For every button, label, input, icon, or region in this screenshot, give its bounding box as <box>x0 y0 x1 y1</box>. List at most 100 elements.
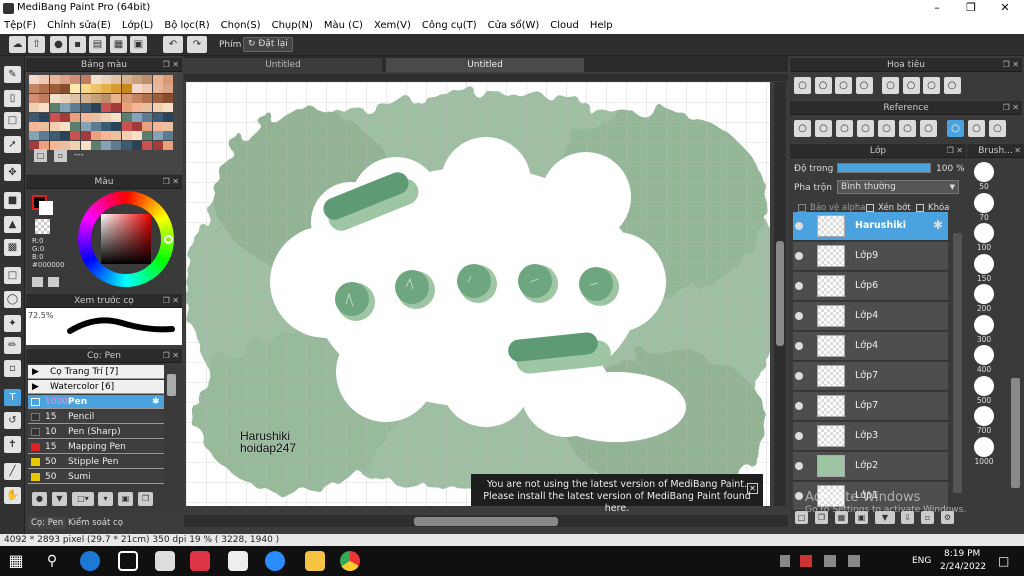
palette-swatch[interactable] <box>121 75 132 84</box>
layer-row[interactable]: Lớp7 <box>793 362 948 391</box>
app-icon-red[interactable] <box>190 551 210 571</box>
close-icon[interactable]: ✕ <box>988 0 1022 17</box>
palette-swatch[interactable] <box>49 93 60 103</box>
select-pen-tool-icon[interactable]: ✏ <box>4 337 21 354</box>
brush-size-scrollbar[interactable] <box>1011 378 1020 488</box>
palette-swatch[interactable] <box>132 103 142 113</box>
layer-visibility-icon[interactable] <box>795 432 803 440</box>
panel-close-icon[interactable]: ✕ <box>1014 144 1021 158</box>
pen-tool-icon[interactable]: ✎ <box>4 66 21 83</box>
layer-visibility-icon[interactable] <box>795 282 803 290</box>
palette-swatch[interactable] <box>70 131 81 141</box>
brush-size-item[interactable]: 400 <box>970 345 998 374</box>
rotate-icon[interactable]: ○ <box>968 120 985 137</box>
edge-icon[interactable] <box>80 551 100 571</box>
palette-swatch[interactable] <box>132 140 142 150</box>
brush-size-item[interactable]: 1000 <box>970 436 998 466</box>
palette-swatch[interactable] <box>121 122 132 131</box>
palette-swatch[interactable] <box>59 131 70 141</box>
rotate-right-icon[interactable]: ○ <box>902 77 920 94</box>
palette-swatch[interactable] <box>162 122 173 131</box>
palette-swatch[interactable] <box>142 75 153 84</box>
palette-swatch[interactable] <box>70 84 81 94</box>
update-notice[interactable]: You are not using the latest version of … <box>471 474 763 514</box>
windows-start-icon[interactable]: ▦ <box>6 551 26 571</box>
app-icon-white[interactable] <box>228 551 248 571</box>
brush-size-item[interactable]: 700 <box>970 406 998 435</box>
layer-row[interactable]: Lớp7 <box>793 392 948 421</box>
palette-swatch[interactable] <box>90 112 101 122</box>
layer-row[interactable]: Lớp6 <box>793 272 948 301</box>
folder-icon[interactable] <box>305 551 325 571</box>
palette-swatch[interactable] <box>90 75 101 84</box>
eyedropper-icon[interactable]: ○ <box>920 120 937 137</box>
layer-visibility-icon[interactable] <box>795 372 803 380</box>
palette-swatch[interactable] <box>121 131 132 141</box>
palette-swatch[interactable] <box>132 84 142 94</box>
saturation-square[interactable] <box>101 214 151 264</box>
palette-swatch[interactable] <box>70 122 81 131</box>
color-mode-button[interactable] <box>32 277 43 287</box>
horizontal-scroll-thumb[interactable] <box>414 517 558 526</box>
palette-swatch[interactable] <box>70 93 81 103</box>
palette-swatch[interactable] <box>90 103 101 113</box>
palette-swatch[interactable] <box>132 112 142 122</box>
hand-tool-icon[interactable]: ✋ <box>4 487 21 504</box>
reset-rotate-icon[interactable]: ○ <box>923 77 940 94</box>
actual-size-icon[interactable]: ○ <box>855 77 873 94</box>
layer-settings-icon[interactable]: ⚙ <box>941 511 954 524</box>
brush-size-item[interactable]: 150 <box>970 253 998 283</box>
palette-swatch[interactable] <box>111 84 122 94</box>
panel-close-icon[interactable]: ❐ ✕ <box>1003 101 1019 115</box>
palette-swatch[interactable] <box>49 103 60 113</box>
palette-swatch[interactable] <box>152 93 163 103</box>
panel-close-icon[interactable]: ❐ ✕ <box>163 58 179 72</box>
palette-swatch[interactable] <box>49 122 60 131</box>
clipping-checkbox[interactable] <box>866 204 874 212</box>
folder-open-icon[interactable]: ○ <box>815 120 832 137</box>
palette-swatch[interactable] <box>29 131 39 141</box>
palette-swatch[interactable] <box>142 103 153 113</box>
task-view-icon[interactable] <box>118 551 138 571</box>
palette-swatch[interactable] <box>101 75 112 84</box>
palette-swatch[interactable] <box>142 122 153 131</box>
palette-swatch[interactable] <box>80 131 91 141</box>
layer-visibility-icon[interactable] <box>795 462 803 470</box>
hue-wheel[interactable] <box>78 191 174 287</box>
divide-tool-icon[interactable]: ╱ <box>4 463 21 480</box>
brush-size-item[interactable]: 200 <box>970 284 998 313</box>
brush-list-scrollbar[interactable] <box>167 374 176 396</box>
select-tool-icon[interactable]: □ <box>4 267 21 284</box>
menu-file[interactable]: Tệp(F) <box>4 20 36 31</box>
palette-swatch[interactable] <box>70 103 81 113</box>
close-ref-icon[interactable]: ○ <box>836 120 853 137</box>
fill-rect-tool-icon[interactable]: ■ <box>4 192 21 209</box>
brush-add-menu-icon[interactable]: □▾ <box>72 492 94 506</box>
palette-swatch[interactable] <box>80 122 91 131</box>
palette-swatch[interactable] <box>152 131 163 141</box>
lasso-tool-icon[interactable]: ◯ <box>4 291 21 308</box>
palette-swatch[interactable] <box>142 131 153 141</box>
chrome-icon[interactable] <box>340 551 360 571</box>
background-color-swatch[interactable] <box>39 201 53 215</box>
layer-row[interactable]: Lớp3 <box>793 422 948 451</box>
palette-swatch[interactable] <box>29 103 39 113</box>
palette-swatch[interactable] <box>152 122 163 131</box>
canvas-top-scrollbar[interactable] <box>184 74 788 81</box>
zoom-in-icon[interactable]: ○ <box>794 77 811 94</box>
grid-icon[interactable]: ▦ <box>110 36 127 53</box>
select-eraser-tool-icon[interactable]: ▫ <box>4 360 21 377</box>
palette-swatch[interactable] <box>142 112 153 122</box>
palette-swatch[interactable] <box>29 75 39 84</box>
redo-icon[interactable]: ↷ <box>187 36 207 53</box>
brush-size-item[interactable]: 70 <box>970 192 998 222</box>
folder-layer-icon[interactable]: ▣ <box>855 511 868 524</box>
palette-swatch[interactable] <box>59 122 70 131</box>
copy-layer-icon[interactable]: ❐ <box>815 511 828 524</box>
brush-copy-icon[interactable]: ❐ <box>138 492 153 506</box>
comment-icon[interactable]: ● <box>50 36 67 53</box>
brush-size-item[interactable]: 300 <box>970 314 998 344</box>
eraser-tool-icon[interactable]: ▯ <box>4 90 21 107</box>
palette-swatch[interactable] <box>39 84 50 94</box>
palette-swatch[interactable] <box>90 140 101 150</box>
